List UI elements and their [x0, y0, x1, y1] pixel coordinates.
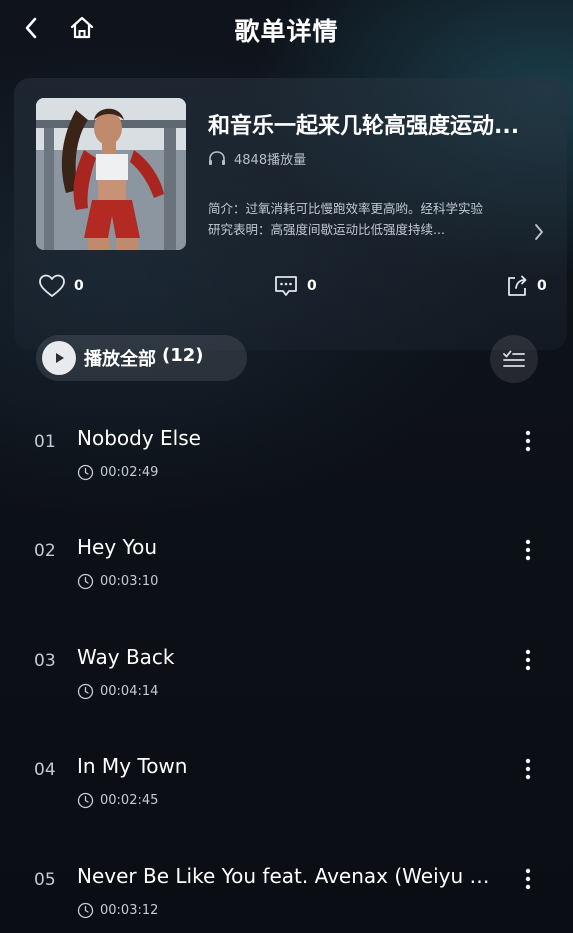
song-title: Hey You	[77, 535, 158, 559]
song-duration-text: 00:02:45	[100, 792, 159, 808]
song-row[interactable]: 02 Hey You 00:03:10	[0, 527, 573, 617]
song-duration: 00:03:12	[77, 901, 158, 919]
song-duration: 00:02:45	[77, 791, 158, 809]
song-row[interactable]: 04 In My Town 00:02:45	[0, 746, 573, 836]
song-title: Nobody Else	[77, 426, 201, 450]
play-count: 4848播放量	[208, 148, 306, 168]
play-all-button[interactable]: 播放全部 (12)	[36, 335, 247, 381]
playlist-title: 和音乐一起来几轮高强度运动...	[208, 114, 520, 139]
play-all-text: 播放全部	[84, 349, 156, 370]
clock-icon	[77, 573, 94, 589]
like-count: 0	[74, 278, 84, 294]
song-title: Never Be Like You feat. Avenax (Weiyu S.…	[77, 864, 499, 888]
share-button[interactable]: 0	[505, 272, 547, 300]
song-duration: 00:02:49	[77, 463, 158, 481]
song-number: 01	[34, 432, 56, 452]
page-title: 歌单详情	[234, 17, 339, 46]
header-bar: 歌单详情	[0, 0, 573, 56]
comment-icon	[275, 276, 297, 296]
song-duration-text: 00:04:14	[100, 683, 159, 699]
description-line-2: 研究表明：高强度间歇运动比低强度持续...	[208, 222, 445, 237]
song-more-button[interactable]	[516, 426, 540, 456]
song-row[interactable]: 05 Never Be Like You feat. Avenax (Weiyu…	[0, 856, 573, 933]
share-count: 0	[537, 278, 547, 294]
song-title: Way Back	[77, 645, 175, 669]
song-more-button[interactable]	[516, 754, 540, 784]
more-vertical-icon	[525, 539, 531, 561]
song-more-button[interactable]	[516, 864, 540, 894]
description-line-1: 简介：过氧消耗可比慢跑效率更高哟。经科学实验	[208, 201, 484, 216]
clock-icon	[77, 792, 94, 808]
heart-icon	[39, 274, 65, 297]
clock-icon	[77, 464, 94, 480]
song-number: 04	[34, 760, 56, 780]
share-icon	[508, 275, 527, 296]
more-vertical-icon	[525, 758, 531, 780]
song-row[interactable]: 03 Way Back 00:04:14	[0, 637, 573, 727]
like-button[interactable]: 0	[38, 272, 84, 300]
song-more-button[interactable]	[516, 535, 540, 565]
description-expand-button[interactable]	[530, 221, 548, 243]
clock-icon	[77, 902, 94, 918]
comment-count: 0	[307, 278, 317, 294]
play-all-count: (12)	[162, 345, 204, 366]
comment-button[interactable]: 0	[273, 272, 317, 300]
list-manage-icon	[503, 350, 525, 367]
more-vertical-icon	[525, 649, 531, 671]
song-title: In My Town	[77, 754, 188, 778]
song-duration-text: 00:02:49	[100, 464, 159, 480]
play-all-label: 播放全部 (12)	[84, 345, 204, 371]
headphones-icon	[209, 151, 225, 165]
cover-illustration	[36, 98, 186, 250]
song-number: 02	[34, 541, 56, 561]
song-duration-text: 00:03:12	[100, 902, 159, 918]
song-more-button[interactable]	[516, 645, 540, 675]
song-duration-text: 00:03:10	[100, 573, 159, 589]
song-number: 03	[34, 651, 56, 671]
song-duration: 00:04:14	[77, 682, 158, 700]
playlist-description[interactable]: 简介：过氧消耗可比慢跑效率更高哟。经科学实验 研究表明：高强度间歇运动比低强度持…	[208, 198, 544, 240]
batch-manage-button[interactable]	[490, 335, 538, 383]
more-vertical-icon	[525, 868, 531, 890]
play-count-text: 4848播放量	[234, 152, 307, 168]
chevron-right-icon	[535, 224, 543, 240]
song-duration: 00:03:10	[77, 572, 158, 590]
clock-icon	[77, 683, 94, 699]
more-vertical-icon	[525, 430, 531, 452]
song-number: 05	[34, 870, 56, 890]
playlist-cover-image[interactable]	[36, 98, 186, 250]
song-row[interactable]: 01 Nobody Else 00:02:49	[0, 418, 573, 508]
play-icon	[42, 341, 76, 375]
